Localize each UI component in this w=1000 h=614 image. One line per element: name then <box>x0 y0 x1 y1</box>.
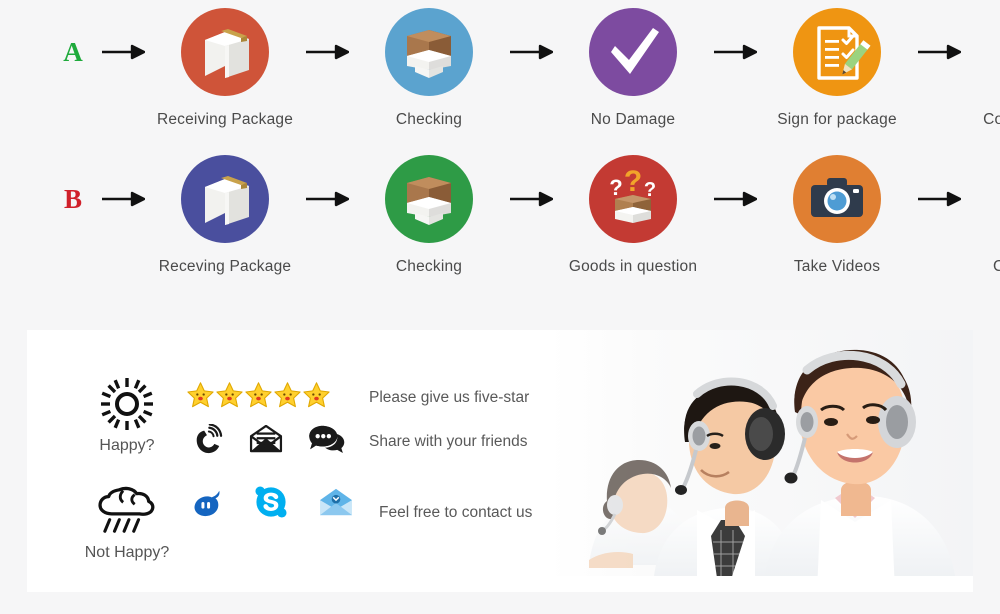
closed-box-icon <box>181 155 269 243</box>
page-root: A Receiving Package Checking No Damage S… <box>0 0 1000 614</box>
happy-icons-column <box>187 375 345 461</box>
tradmanager-icon[interactable] <box>191 487 225 522</box>
not-happy-mood-column: Not Happy? <box>75 482 179 562</box>
arrow-icon <box>96 155 150 243</box>
flow-step-a-receiving-package: Receiving Package <box>150 8 300 131</box>
arrow-icon <box>300 155 354 243</box>
happy-block: Happy? Please give us five-star Share wi… <box>75 375 529 469</box>
camera-icon <box>793 155 881 243</box>
flow-step-b-goods-in-question: ? ? ? Goods in question <box>558 155 708 278</box>
closed-box-icon <box>181 8 269 96</box>
arrow-icon <box>504 8 558 96</box>
not-happy-icons-column <box>187 482 355 524</box>
customer-service-card: Happy? Please give us five-star Share wi… <box>27 330 973 592</box>
flow-step-a-no-damage: No Damage <box>558 8 708 131</box>
star-icon <box>187 381 214 413</box>
contact-channels-row <box>187 484 355 524</box>
skype-icon[interactable] <box>255 485 287 523</box>
flow-step-b-checking: Checking <box>354 155 504 278</box>
flow-step-a-sign-for-package: Sign for package <box>762 8 912 131</box>
rain-cloud-icon <box>96 482 158 540</box>
delivery-flow-section: A Receiving Package Checking No Damage S… <box>0 0 1000 318</box>
flow-step-label: No Damage <box>590 111 676 128</box>
flow-step-label: Checking <box>395 258 463 275</box>
five-star-request-text: Please give us five-star <box>369 389 530 406</box>
star-icon <box>216 381 243 413</box>
flow-row-b-letter: B <box>63 184 82 214</box>
flow-step-b-take-videos: Take Videos <box>762 155 912 278</box>
happy-mood-label: Happy? <box>99 437 155 454</box>
flow-step-label: Checking <box>395 111 463 128</box>
happy-text-column: Please give us five-star Share with your… <box>369 375 529 469</box>
flow-row-b: B Receving Package Checking ? ? ? Goods … <box>0 155 1000 299</box>
arrow-icon <box>96 8 150 96</box>
flow-step-label: Confirm the delivery <box>983 111 1000 128</box>
check-mark-icon <box>589 8 677 96</box>
arrow-icon <box>912 8 966 96</box>
flow-step-a-confirm-delivery: Confirm the delivery <box>966 8 1000 131</box>
flow-step-label: Sign for package <box>777 111 897 128</box>
share-friends-text: Share with your friends <box>369 433 528 450</box>
signed-document-icon <box>793 8 881 96</box>
arrow-icon <box>708 8 762 96</box>
arrow-icon <box>708 155 762 243</box>
flow-step-label: Receving Package <box>158 258 292 275</box>
happy-mood-column: Happy? <box>75 375 179 455</box>
flow-row-a-letter: A <box>63 37 83 67</box>
flow-row-a: A Receiving Package Checking No Damage S… <box>0 8 1000 131</box>
customer-service-team-photo <box>549 330 973 592</box>
flow-step-label: Goods in question <box>568 258 698 275</box>
arrow-icon <box>912 155 966 243</box>
svg-text:?: ? <box>609 175 622 200</box>
sun-icon <box>96 375 158 433</box>
flow-step-b-receiving-package: Receving Package <box>150 155 300 278</box>
chat-bubbles-icon[interactable] <box>309 425 345 458</box>
question-box-icon: ? ? ? <box>589 155 677 243</box>
open-box-icon <box>385 155 473 243</box>
not-happy-mood-label: Not Happy? <box>84 544 170 561</box>
ringing-phone-icon[interactable] <box>191 422 223 459</box>
contact-us-text: Feel free to contact us <box>379 504 533 521</box>
five-star-rating <box>187 377 345 417</box>
flow-step-a-checking: Checking <box>354 8 504 131</box>
flow-step-b-confirm-problem-refund: $ $ <box>966 155 1000 299</box>
contact-methods-row <box>187 421 345 461</box>
blue-envelope-icon[interactable] <box>317 487 355 522</box>
arrow-icon <box>300 8 354 96</box>
open-envelope-icon[interactable] <box>249 424 283 458</box>
flow-step-label: Confirm problem, refund money <box>992 258 1000 275</box>
flow-step-label: Take Videos <box>793 258 881 275</box>
open-box-icon <box>385 8 473 96</box>
star-icon <box>274 381 301 413</box>
star-icon <box>303 381 330 413</box>
arrow-icon <box>504 155 558 243</box>
svg-text:?: ? <box>644 179 656 201</box>
star-icon <box>245 381 272 413</box>
svg-text:?: ? <box>624 165 642 198</box>
flow-step-label: Receiving Package <box>156 111 294 128</box>
not-happy-block: Not Happy? Feel free to contact us <box>75 482 532 562</box>
not-happy-text-column: Feel free to contact us <box>379 482 532 530</box>
